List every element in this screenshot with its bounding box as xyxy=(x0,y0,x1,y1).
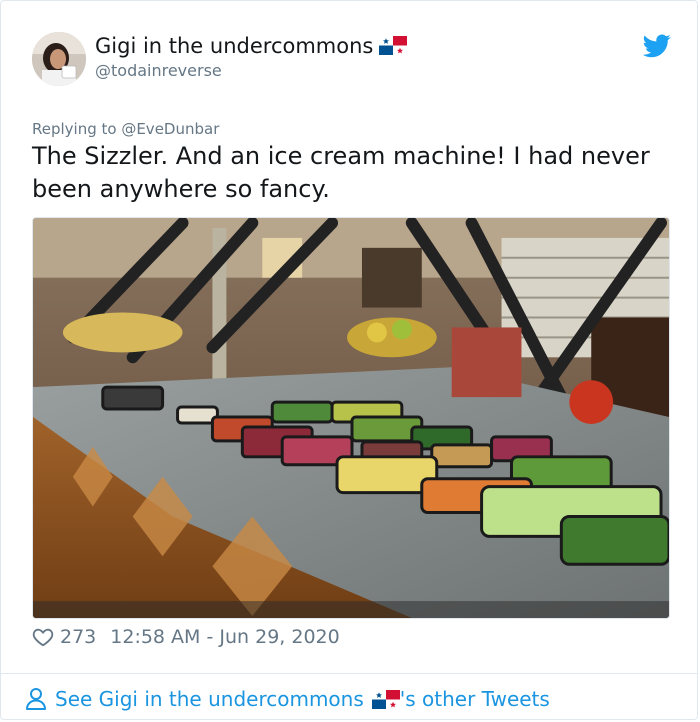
replying-to[interactable]: Replying to @EveDunbar xyxy=(32,120,219,138)
tweet-text: The Sizzler. And an ice cream machine! I… xyxy=(32,142,650,203)
like-count[interactable]: 273 xyxy=(60,626,96,648)
tweet-card: Gigi in the undercommons @todainreverse … xyxy=(0,0,698,720)
tweet-photo[interactable] xyxy=(32,217,670,619)
panama-flag-icon xyxy=(371,689,400,709)
see-other-tweets-link[interactable]: See Gigi in the undercommons 's other Tw… xyxy=(25,685,550,713)
see-other-tweets-prefix[interactable]: See Gigi in the undercommons xyxy=(55,687,364,711)
timestamp[interactable]: 12:58 AM - Jun 29, 2020 xyxy=(110,626,339,648)
heart-icon[interactable] xyxy=(32,626,54,648)
user-icon xyxy=(25,687,47,711)
panama-flag-icon xyxy=(379,36,408,55)
author-display-name[interactable]: Gigi in the undercommons xyxy=(95,34,373,58)
divider xyxy=(1,673,697,674)
author-handle[interactable]: @todainreverse xyxy=(95,61,222,80)
twitter-bird-icon[interactable] xyxy=(643,34,671,58)
author-name[interactable]: Gigi in the undercommons xyxy=(95,34,408,58)
avatar[interactable] xyxy=(32,32,86,86)
see-other-tweets-suffix[interactable]: 's other Tweets xyxy=(400,687,550,711)
tweet-meta: 273 12:58 AM - Jun 29, 2020 xyxy=(32,624,340,650)
